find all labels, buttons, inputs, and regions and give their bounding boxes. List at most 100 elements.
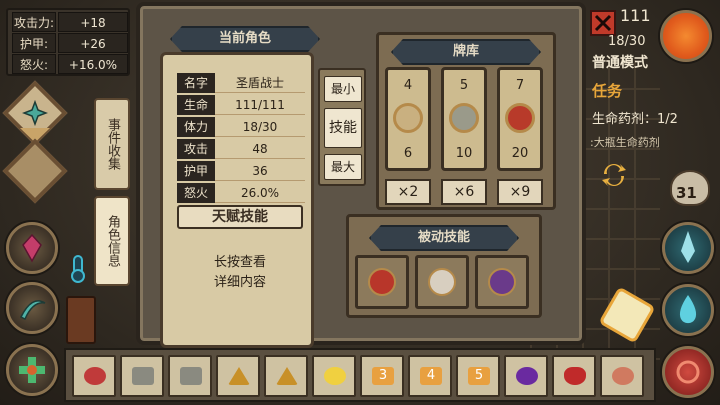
tab-event-collection[interactable]: 事件收集 [94, 98, 130, 190]
item-slot[interactable] [264, 355, 308, 397]
attr-value: 圣盾战士 [215, 73, 305, 93]
stat-label: 攻击力: [12, 12, 56, 32]
claw-icon [449, 103, 479, 133]
scythe-icon [19, 300, 46, 321]
character-panel: 当前角色 名字 圣盾战士 生命 111/111 体力 18/30 攻击 48 护甲 36 … [136, 2, 586, 348]
game-screen: 攻击力: +18 护甲: +26 怒火: +16.0% 事件收集 角色信息 当前… [0, 0, 720, 405]
passive-slot-1[interactable] [355, 255, 409, 309]
orange-orb-button[interactable] [660, 10, 712, 62]
crystal-button[interactable] [6, 222, 58, 274]
card-5-icon: 5 [468, 367, 490, 385]
hp-readout: 111 [620, 6, 651, 25]
inventory-bar: 3 4 5 [64, 348, 656, 402]
card-count: ×6 [441, 179, 487, 205]
close-icon[interactable] [590, 10, 616, 36]
card-4-icon: 4 [420, 367, 442, 385]
attributes-parchment: 名字 圣盾战士 生命 111/111 体力 18/30 攻击 48 护甲 36 怒火 26.… [160, 52, 314, 348]
attr-row-stamina: 体力 18/30 [177, 117, 305, 137]
card-top-value: 7 [515, 78, 525, 93]
sort-skill-button[interactable]: 技能 [324, 108, 362, 148]
water-drop-button[interactable] [662, 284, 714, 336]
stat-value: +16.0% [58, 54, 128, 74]
attr-key: 名字 [177, 73, 215, 93]
item-slot[interactable] [72, 355, 116, 397]
item-slot[interactable]: 3 [360, 355, 404, 397]
panel-title: 当前角色 [170, 26, 320, 52]
deck-card-3[interactable]: 7 20 [497, 67, 543, 171]
item-slot[interactable]: 4 [408, 355, 452, 397]
item-slot[interactable] [600, 355, 644, 397]
card-bottom-value: 10 [455, 146, 473, 161]
grey-scroll-icon [180, 367, 202, 385]
water-drop-icon [679, 295, 697, 324]
passive-slot-3[interactable] [475, 255, 529, 309]
sort-column: 最小 技能 最大 [318, 68, 366, 186]
stat-label: 护甲: [12, 33, 56, 53]
shield-rank-icon [368, 268, 396, 296]
card-3-icon: 3 [372, 367, 394, 385]
attr-row-hp: 生命 111/111 [177, 95, 305, 115]
emblem-bottom-diamond[interactable] [2, 138, 68, 204]
deck-card-1[interactable]: 4 6 [385, 67, 431, 171]
deck-card-2[interactable]: 5 10 [441, 67, 487, 171]
attr-row-armor: 护甲 36 [177, 161, 305, 181]
sort-min-button[interactable]: 最小 [324, 76, 362, 102]
task-progress: 生命药剂：1/2 [592, 112, 678, 127]
sword-burst-icon [505, 103, 535, 133]
crossed-swords-icon [428, 268, 456, 296]
cross-button[interactable] [6, 344, 58, 396]
card-bottom-value: 6 [403, 146, 413, 161]
scythe-button[interactable] [6, 282, 58, 334]
refresh-icon[interactable] [598, 160, 630, 190]
task-title: 任务 [592, 82, 623, 100]
crystal-icon [22, 233, 42, 263]
stat-value: +18 [58, 12, 128, 32]
item-slot[interactable] [120, 355, 164, 397]
attr-key: 生命 [177, 95, 215, 115]
thermometer-icon [71, 255, 85, 283]
triangle-rune-icon [228, 367, 250, 385]
attr-key: 攻击 [177, 139, 215, 159]
shuriken-icon [22, 100, 48, 126]
stat-armor: 护甲: +26 [12, 33, 128, 53]
journal-book-icon[interactable] [66, 296, 96, 344]
card-bottom-value: 20 [511, 146, 529, 161]
red-potion-icon [564, 367, 586, 385]
deck-title: 牌库 [391, 39, 541, 65]
tab-character-info[interactable]: 角色信息 [94, 196, 130, 286]
attr-value: 26.0% [215, 183, 305, 203]
stat-attack: 攻击力: +18 [12, 12, 128, 32]
attr-row-rage: 怒火 26.0% [177, 183, 305, 203]
gold-count: 31 [676, 184, 697, 202]
stat-box: 攻击力: +18 护甲: +26 怒火: +16.0% [6, 8, 130, 76]
task-subtext: :大瓶生命药剂 [590, 136, 660, 149]
item-slot[interactable] [552, 355, 596, 397]
card-count: ×2 [385, 179, 431, 205]
item-slot[interactable]: 5 [456, 355, 500, 397]
stat-value: +26 [58, 33, 128, 53]
attr-key: 怒火 [177, 183, 215, 203]
demon-mask-icon [488, 268, 516, 296]
attr-row-name: 名字 圣盾战士 [177, 73, 305, 93]
fire-swirl-button[interactable] [662, 346, 714, 398]
stat-label: 怒火: [12, 54, 56, 74]
card-top-value: 5 [459, 78, 469, 93]
item-slot[interactable] [168, 355, 212, 397]
ice-crystal-button[interactable] [662, 222, 714, 274]
triangle-rune-icon [276, 367, 298, 385]
sort-max-button[interactable]: 最大 [324, 154, 362, 180]
attr-value: 111/111 [215, 95, 305, 115]
item-slot[interactable] [312, 355, 356, 397]
passive-skills-panel: 被动技能 [346, 214, 542, 318]
fire-swirl-icon [676, 360, 700, 384]
attr-key: 体力 [177, 117, 215, 137]
card-top-value: 4 [403, 78, 413, 93]
hint-line-2: 详细内容 [213, 275, 266, 290]
cross-icon [19, 357, 45, 383]
attr-value: 36 [215, 161, 305, 181]
ice-crystal-icon [681, 231, 695, 263]
talent-skill-button[interactable]: 天赋技能 [177, 205, 303, 229]
passive-slot-2[interactable] [415, 255, 469, 309]
item-slot[interactable] [504, 355, 548, 397]
item-slot[interactable] [216, 355, 260, 397]
